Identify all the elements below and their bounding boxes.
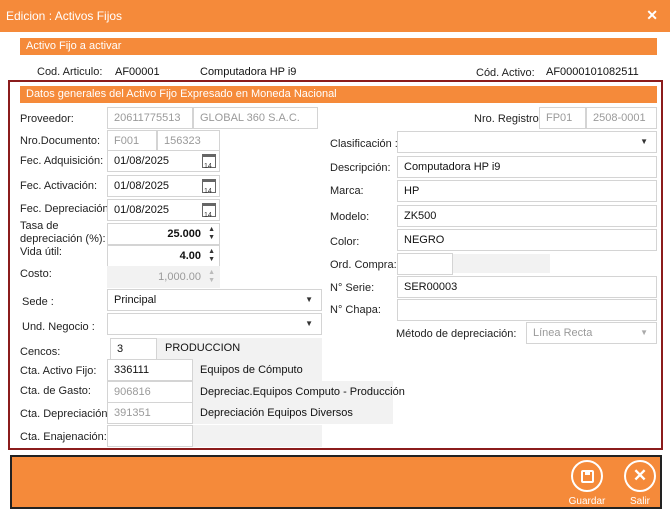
vida-util-value: 4.00: [179, 250, 201, 262]
cta-enajenacion-field[interactable]: [107, 425, 193, 447]
calendar-icon[interactable]: [202, 203, 216, 220]
tasa-depreciacion-field[interactable]: 25.000 ▲ ▼: [107, 223, 220, 245]
vida-util-field[interactable]: 4.00 ▲ ▼: [107, 245, 220, 267]
cencos-label: Cencos:: [20, 346, 61, 358]
metodo-depreciacion-label: Método de depreciación:: [396, 328, 517, 340]
modelo-field[interactable]: ZK500: [397, 205, 657, 227]
fec-activacion-value: 01/08/2025: [114, 180, 170, 192]
title-bar: Edicion : Activos Fijos ✕: [0, 0, 670, 32]
fec-adquisicion-field[interactable]: 01/08/2025: [107, 150, 220, 172]
costo-field: 1,000.00 ▲ ▼: [107, 266, 220, 288]
nro-chapa-label: N° Chapa:: [330, 304, 381, 316]
floppy-shape: [581, 470, 594, 483]
und-negocio-select[interactable]: ▼: [107, 313, 322, 335]
calendar-icon[interactable]: [202, 154, 216, 171]
doc-serie-field[interactable]: F001: [107, 130, 157, 152]
fec-depreciacion-label: Fec. Depreciación:: [20, 203, 112, 215]
cta-enajenacion-label: Cta. Enajenación:: [20, 431, 107, 443]
sede-label: Sede :: [22, 296, 54, 308]
descripcion-field[interactable]: Computadora HP i9: [397, 156, 657, 178]
doc-number-field[interactable]: 156323: [157, 130, 220, 152]
calendar-icon[interactable]: [202, 179, 216, 196]
cta-activo-label: Cta. Activo Fijo:: [20, 365, 97, 377]
ord-compra-field[interactable]: [397, 253, 453, 275]
nro-serie-label: N° Serie:: [330, 282, 375, 294]
cta-depreciacion-label: Cta. Depreciación :: [20, 408, 114, 420]
fec-activacion-label: Fec. Activación:: [20, 180, 98, 192]
cod-activo-label: Cód. Activo:: [476, 67, 535, 79]
proveedor-label: Proveedor:: [20, 113, 74, 125]
sede-value: Principal: [114, 294, 157, 306]
action-bar: Guardar ✕ Salir: [10, 455, 662, 509]
close-circle-icon: ✕: [624, 460, 656, 492]
cod-articulo-label: Cod. Articulo:: [37, 66, 103, 78]
color-field[interactable]: NEGRO: [397, 229, 657, 251]
tasa-label-line1: Tasa de: [20, 220, 59, 232]
x-glyph: ✕: [632, 466, 648, 485]
section-header-datos: Datos generales del Activo Fijo Expresad…: [20, 86, 657, 103]
color-label: Color:: [330, 236, 360, 248]
fec-depreciacion-value: 01/08/2025: [114, 204, 170, 216]
nro-serie-field[interactable]: SER00003: [397, 276, 657, 298]
cta-depreciacion-field[interactable]: 391351: [107, 402, 193, 424]
spinner-icon[interactable]: ▲ ▼: [208, 248, 215, 264]
proveedor-name-field[interactable]: GLOBAL 360 S.A.C.: [193, 107, 318, 129]
marca-field[interactable]: HP: [397, 180, 657, 202]
clasificacion-select[interactable]: ▼: [397, 131, 657, 153]
spinner-icon: ▲ ▼: [208, 269, 215, 284]
cta-depreciacion-desc: Depreciación Equipos Diversos: [200, 407, 353, 419]
tasa-depreciacion-value: 25.000: [167, 228, 201, 240]
marca-label: Marca:: [330, 185, 364, 197]
floppy-disk-icon: [571, 460, 603, 492]
cod-activo-value: AF0000101082511: [546, 66, 639, 78]
save-button-label: Guardar: [568, 496, 606, 507]
cod-articulo-value: AF00001: [115, 66, 160, 78]
proveedor-ruc-field[interactable]: 20611775513: [107, 107, 193, 129]
nro-documento-label: Nro.Documento:: [20, 135, 101, 147]
exit-button[interactable]: ✕ Salir: [620, 460, 660, 507]
cta-gasto-desc: Depreciac.Equipos Computo - Producción: [200, 386, 405, 398]
articulo-description: Computadora HP i9: [200, 66, 297, 78]
fec-adquisicion-value: 01/08/2025: [114, 155, 170, 167]
cta-enajenacion-strip: [193, 425, 322, 447]
registro-serie-field[interactable]: FP01: [539, 107, 586, 129]
fec-activacion-field[interactable]: 01/08/2025: [107, 175, 220, 197]
fec-depreciacion-field[interactable]: 01/08/2025: [107, 199, 220, 221]
clasificacion-label: Clasificación :: [330, 138, 398, 150]
save-button[interactable]: Guardar: [567, 460, 607, 507]
ord-compra-strip: [453, 254, 550, 273]
chevron-down-icon[interactable]: ▼: [305, 314, 313, 334]
costo-value: 1,000.00: [158, 271, 201, 283]
window-title: Edicion : Activos Fijos: [6, 9, 123, 23]
costo-label: Costo:: [20, 268, 52, 280]
metodo-depreciacion-value: Línea Recta: [533, 327, 593, 339]
metodo-depreciacion-select[interactable]: Línea Recta ▼: [526, 322, 657, 344]
modelo-label: Modelo:: [330, 211, 370, 223]
cta-gasto-field[interactable]: 906816: [107, 381, 193, 403]
descripcion-label: Descripción:: [330, 162, 391, 174]
chevron-down-icon[interactable]: ▼: [640, 132, 648, 152]
cta-activo-field[interactable]: 336111: [107, 359, 193, 381]
cta-gasto-label: Cta. de Gasto:: [20, 385, 91, 397]
sede-select[interactable]: Principal ▼: [107, 289, 322, 311]
close-icon[interactable]: ✕: [646, 7, 658, 24]
und-negocio-label: Und. Negocio :: [22, 321, 95, 333]
section-header-activo: Activo Fijo a activar: [20, 38, 657, 55]
nro-chapa-field[interactable]: [397, 299, 657, 321]
nro-registro-label: Nro. Registro:: [474, 113, 542, 125]
tasa-label-line2: depreciación (%):: [20, 233, 106, 245]
spinner-icon[interactable]: ▲ ▼: [208, 226, 215, 242]
exit-button-label: Salir: [629, 496, 650, 507]
fec-adquisicion-label: Fec. Adquisición:: [20, 155, 104, 167]
vida-util-label: Vida útil:: [20, 246, 62, 258]
cencos-name: PRODUCCION: [165, 342, 241, 354]
cta-activo-desc: Equipos de Cómputo: [200, 364, 303, 376]
registro-number-field[interactable]: 2508-0001: [586, 107, 657, 129]
chevron-down-icon[interactable]: ▼: [305, 290, 313, 310]
cencos-code-field[interactable]: 3: [110, 338, 157, 360]
ord-compra-label: Ord. Compra:: [330, 259, 397, 271]
chevron-down-icon[interactable]: ▼: [640, 323, 648, 343]
